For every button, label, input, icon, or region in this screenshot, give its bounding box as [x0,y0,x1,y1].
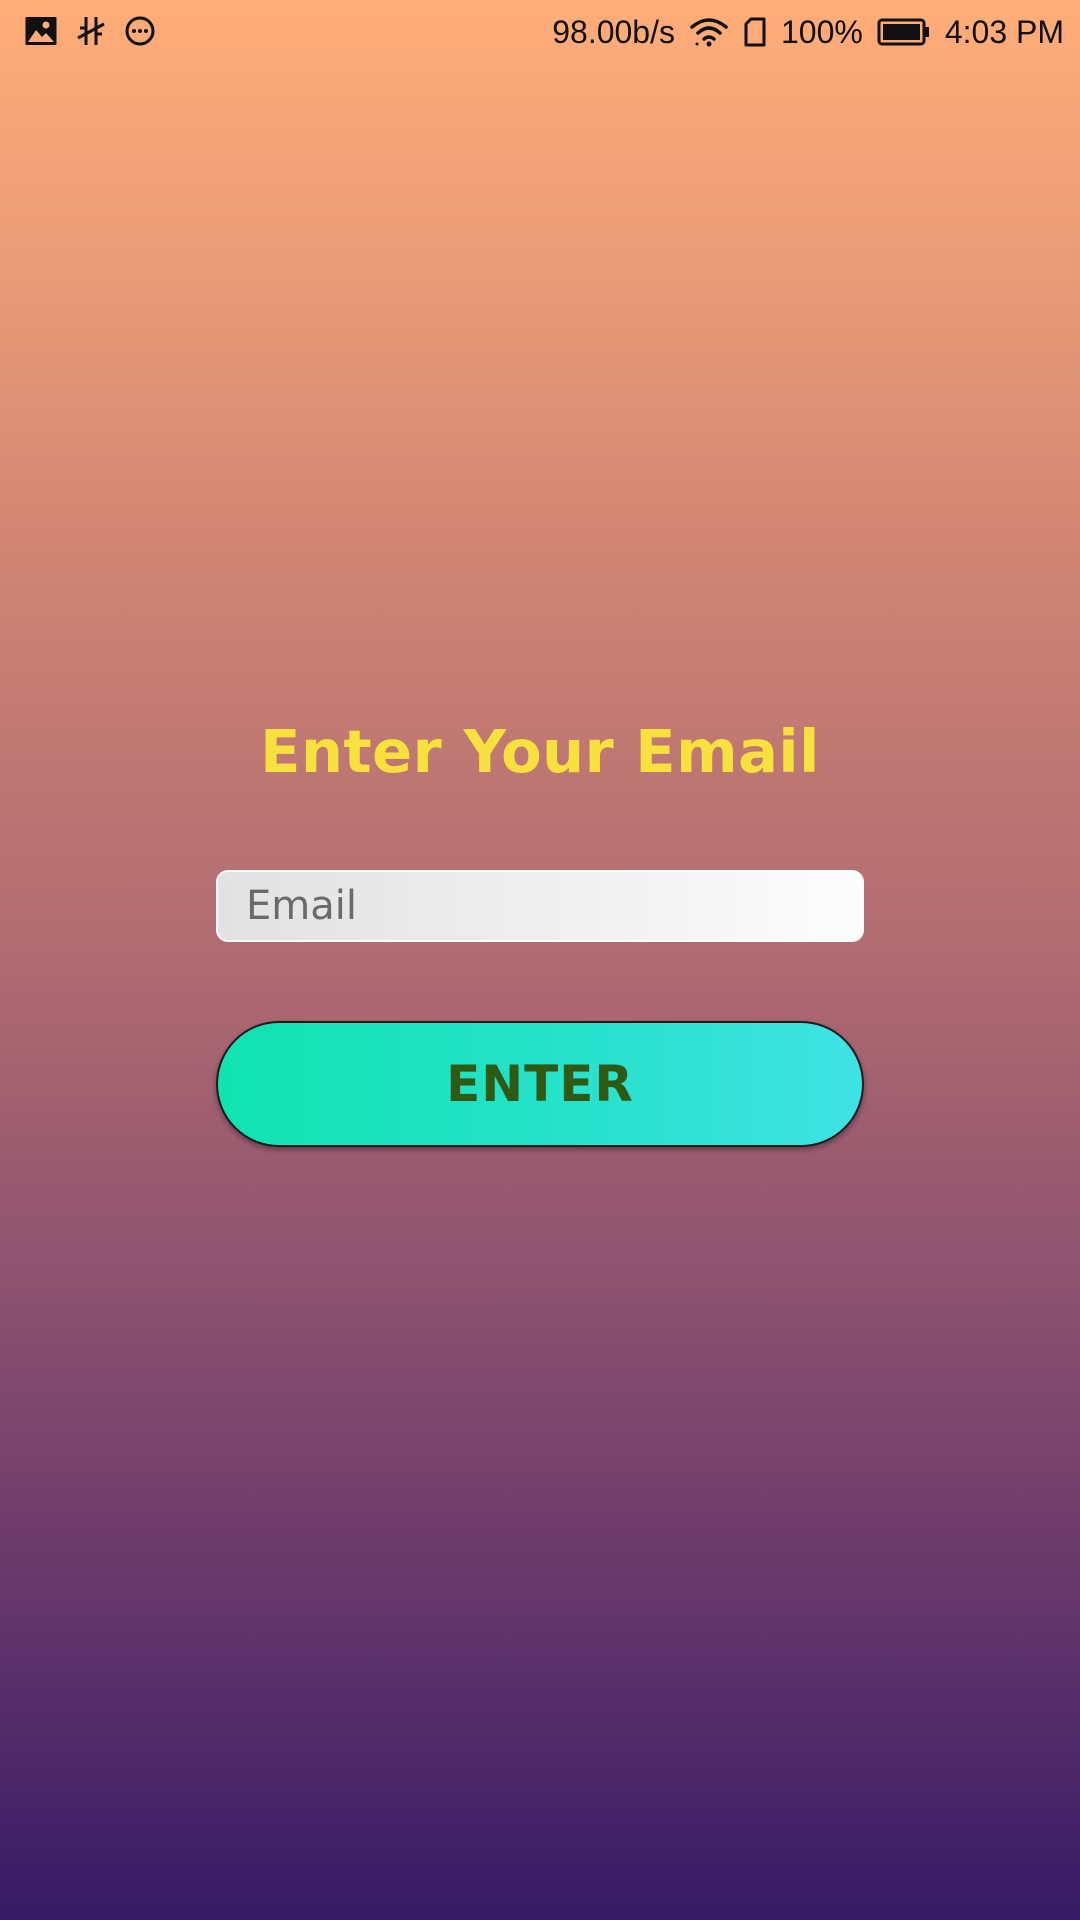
enter-button[interactable]: ENTER [216,1021,864,1147]
status-right-area: 98.00b/s 100% 4:03 PM [552,12,1064,52]
clock-time: 4:03 PM [944,14,1064,50]
battery-icon [877,18,931,46]
battery-percent: 100% [780,14,863,50]
usb-debug-icon [76,14,106,48]
status-bar: 98.00b/s 100% 4:03 PM [0,0,1080,64]
page-title: Enter Your Email [260,717,820,786]
sim-card-icon [743,17,767,47]
network-speed: 98.00b/s [552,14,675,50]
email-field[interactable] [218,872,862,940]
wifi-icon [689,16,729,48]
image-icon [24,15,58,47]
chat-bubble-icon [124,15,156,47]
status-left-icons [24,14,156,48]
email-field-container[interactable] [216,870,864,942]
enter-button-label: ENTER [446,1055,634,1113]
